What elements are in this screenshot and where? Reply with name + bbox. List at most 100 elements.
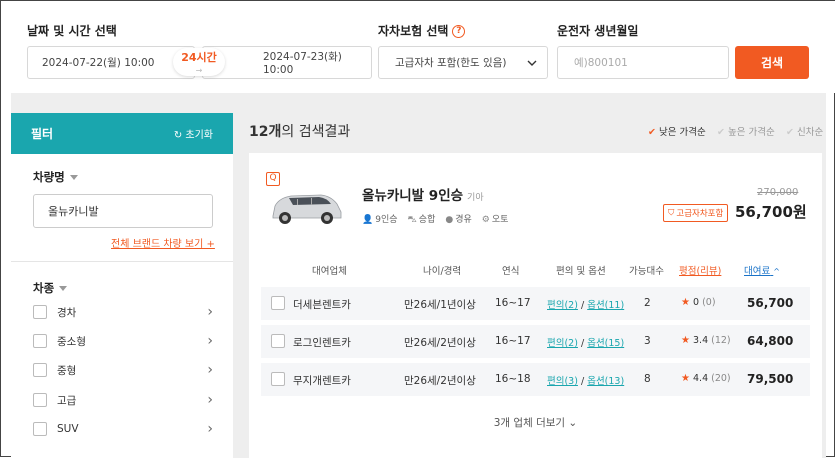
car-type-item[interactable]: SUV ›	[33, 420, 213, 438]
convenience-link[interactable]: 편의(2)	[547, 338, 578, 349]
checkbox[interactable]	[33, 334, 47, 348]
checkbox[interactable]	[33, 422, 47, 436]
available-count: 3	[644, 335, 651, 347]
chevron-down-icon: ⌄	[568, 417, 578, 429]
insurance-select-value: 고급자차 포함(한도 있음)	[395, 57, 507, 69]
check-icon: ✔	[648, 127, 656, 138]
star-icon: ★	[681, 297, 690, 308]
car-name[interactable]: 올뉴카니발 9인승 기아	[362, 184, 484, 204]
compare-icon[interactable]: Q	[266, 172, 280, 186]
start-datetime-field[interactable]: 2024-07-22(월) 10:00	[27, 46, 195, 79]
spec-text: 오토	[491, 215, 509, 225]
end-datetime-text: 2024-07-23(화) 10:00	[263, 51, 342, 76]
shield-icon: ⛉	[668, 208, 675, 218]
datetime-label: 날짜 및 시간 선택	[27, 24, 117, 38]
check-icon: ✔	[786, 127, 794, 138]
checkbox[interactable]	[271, 372, 285, 386]
car-type-item[interactable]: 경차 ›	[33, 303, 213, 321]
fee-header-label: 대여료	[744, 266, 771, 277]
reset-button[interactable]: ↻ 초기화	[174, 126, 213, 141]
rental-fee: 79,500	[747, 372, 794, 386]
result-card: Q 올뉴카니발 9인승 기아 👤 9인승 ⛍ 승합 ● 경유 ⚙ 오토 270,000 ⛉…	[249, 153, 822, 458]
sort-by-fee[interactable]: 대여료 ^	[744, 263, 780, 277]
duration-badge: 24시간 →	[173, 48, 225, 76]
checkbox[interactable]	[33, 363, 47, 377]
table-row[interactable]: 더세븐렌트카 만26세/1년이상 16~17 편의(2) / 옵션(11) 2 …	[261, 287, 810, 320]
rating: ★ 4.4 (20)	[681, 373, 731, 384]
car-name-input[interactable]: 올뉴카니발	[33, 194, 213, 228]
table-row[interactable]: 로그인렌트카 만26세/2년이상 16~17 편의(2) / 옵션(15) 3 …	[261, 325, 810, 358]
car-type-item[interactable]: 중소형 ›	[33, 332, 213, 350]
rating-value: 0	[693, 297, 700, 308]
options-link[interactable]: 옵션(13)	[587, 376, 624, 387]
convenience-link[interactable]: 편의(2)	[547, 300, 578, 311]
chevron-right-icon[interactable]: ›	[207, 362, 213, 378]
options-link[interactable]: 옵션(11)	[587, 300, 624, 311]
checkbox[interactable]	[271, 296, 285, 310]
column-header: 연식	[502, 266, 520, 277]
checkbox[interactable]	[271, 334, 285, 348]
column-header: 나이/경력	[423, 266, 462, 277]
insurance-label: 자차보험 선택?	[378, 22, 466, 39]
options-link[interactable]: 옵션(15)	[587, 338, 624, 349]
available-count: 2	[644, 297, 651, 309]
car-name-section-toggle[interactable]: 차량명	[33, 169, 78, 185]
show-more-button[interactable]: 3개 업체 더보기 ⌄	[249, 415, 822, 430]
duration-text: 24시간	[181, 51, 217, 64]
rental-fee: 64,800	[747, 334, 794, 348]
car-type-label: 고급	[57, 394, 77, 407]
reset-label: 초기화	[185, 130, 213, 141]
insurance-badge-text: 고급자차포함	[676, 209, 724, 219]
caret-down-icon	[69, 175, 78, 180]
all-brands-link[interactable]: 전체 브랜드 차량 보기 +	[111, 235, 215, 250]
separator: /	[580, 338, 585, 349]
sort-low-price[interactable]: ✔ 낮은 가격순	[648, 124, 706, 138]
rating-value: 4.4	[693, 373, 709, 384]
chevron-right-icon[interactable]: ›	[207, 304, 213, 320]
original-price: 270,000	[757, 187, 799, 198]
age-requirement: 만26세/2년이상	[404, 337, 476, 349]
spec-text: 경유	[455, 215, 472, 225]
car-type-label: 차종	[33, 281, 55, 295]
company-name: 로그인렌트카	[293, 337, 351, 349]
results-title: 12개의 검색결과	[249, 121, 350, 141]
show-more-label: 3개 업체 더보기	[493, 417, 566, 429]
car-type-item[interactable]: 중형 ›	[33, 361, 213, 379]
car-model: 올뉴카니발 9인승	[362, 188, 464, 204]
checkbox[interactable]	[33, 305, 47, 319]
spec-transmission: ⚙ 오토	[482, 212, 509, 226]
chevron-right-icon[interactable]: ›	[207, 421, 213, 437]
column-header: 대여업체	[312, 266, 347, 277]
car-type-section-toggle[interactable]: 차종	[33, 280, 68, 296]
chevron-right-icon[interactable]: ›	[207, 392, 213, 408]
star-icon: ★	[681, 373, 690, 384]
sort-high-price[interactable]: ✔ 높은 가격순	[717, 124, 775, 138]
car-image	[272, 194, 342, 224]
refresh-icon: ↻	[173, 130, 186, 141]
person-icon: 👤	[362, 215, 374, 225]
end-datetime-field[interactable]: 2024-07-23(화) 10:00	[202, 46, 372, 79]
help-icon[interactable]: ?	[452, 25, 466, 38]
car-name-label: 차량명	[33, 170, 65, 184]
sort-by-rating[interactable]: 평점(리뷰)	[679, 263, 721, 277]
checkbox[interactable]	[33, 393, 47, 407]
model-year: 16~17	[495, 335, 531, 347]
model-year: 16~17	[495, 297, 531, 309]
table-row[interactable]: 무지개렌트카 만26세/2년이상 16~18 편의(3) / 옵션(13) 8 …	[261, 363, 810, 396]
spec-type: ⛍ 승합	[408, 212, 436, 226]
separator: /	[580, 300, 585, 311]
results-suffix: 의 검색결과	[281, 124, 351, 140]
chevron-right-icon[interactable]: ›	[207, 333, 213, 349]
review-count: (20)	[711, 373, 731, 384]
column-header: 편의 및 옵션	[556, 266, 606, 277]
insurance-select[interactable]: 고급자차 포함(한도 있음)	[378, 46, 548, 79]
convenience-link[interactable]: 편의(3)	[547, 376, 578, 387]
rating: ★ 3.4 (12)	[681, 335, 731, 346]
separator: /	[580, 376, 585, 387]
results-count: 12개	[249, 124, 282, 140]
rating: ★ 0 (0)	[681, 297, 716, 308]
car-type-item[interactable]: 고급 ›	[33, 391, 213, 409]
birth-input[interactable]: 예)800101	[557, 46, 729, 79]
sort-newest[interactable]: ✔ 신차순	[786, 124, 823, 138]
search-button[interactable]: 검색	[735, 46, 809, 79]
